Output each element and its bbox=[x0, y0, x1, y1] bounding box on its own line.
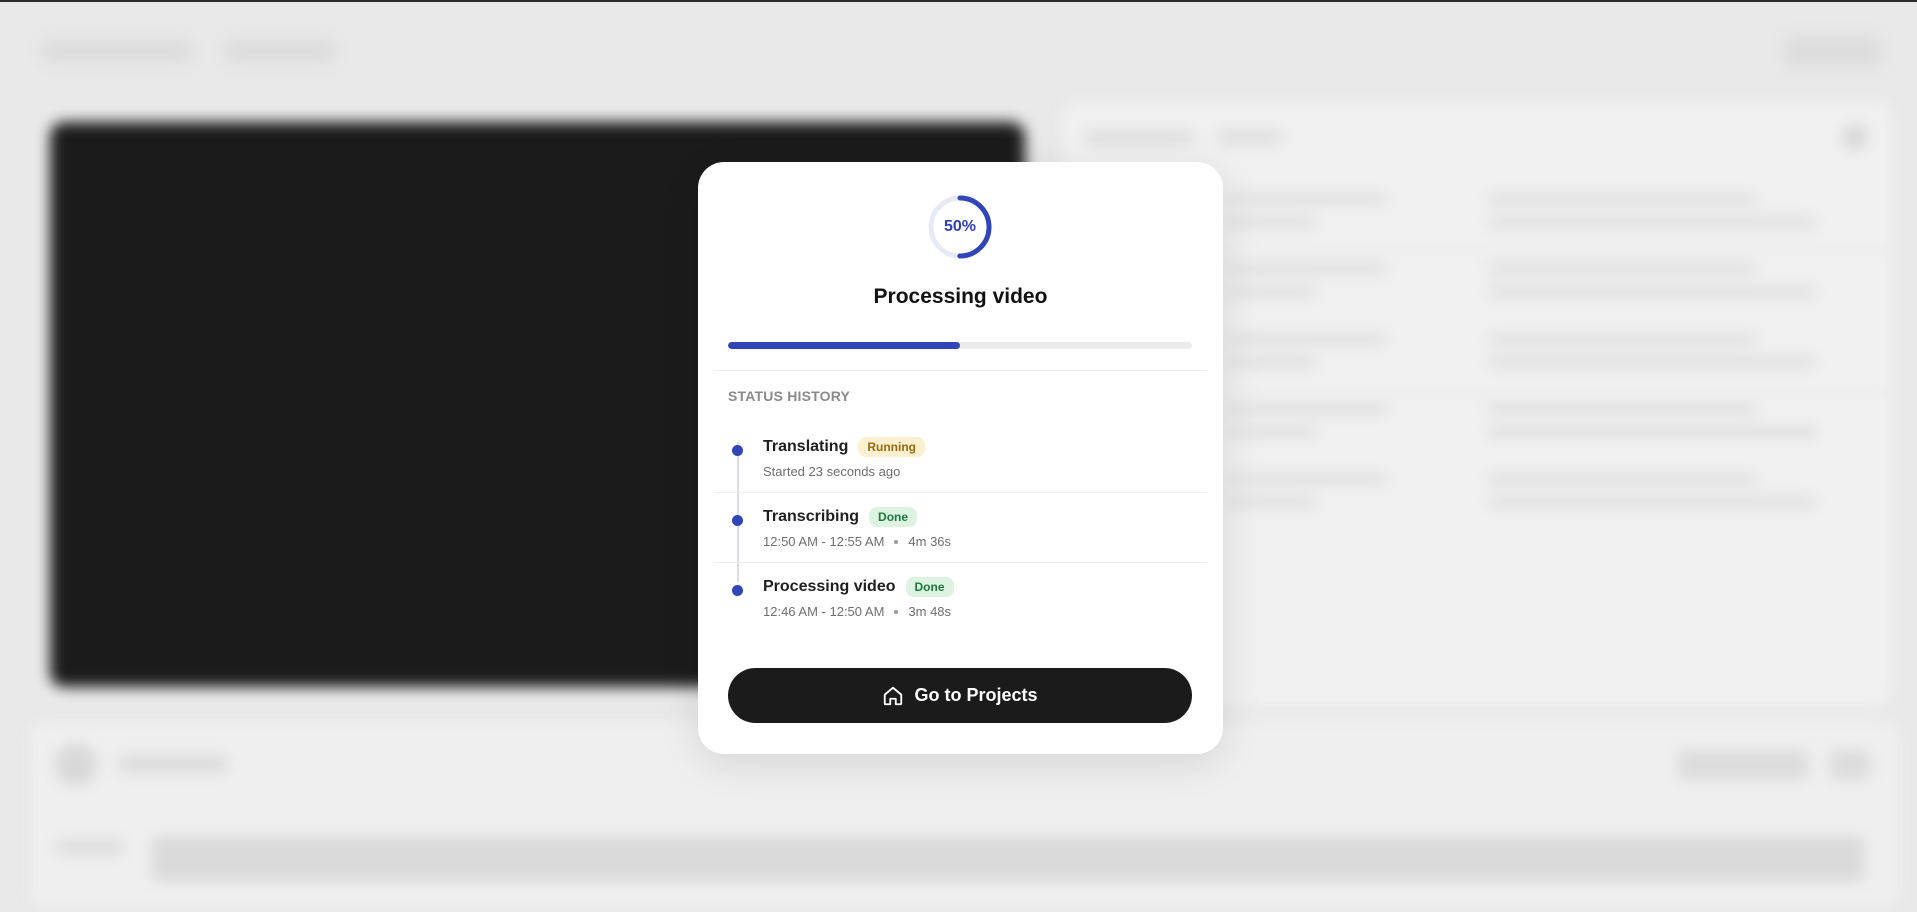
bg-timeline-action bbox=[1678, 750, 1808, 780]
bg-row-line bbox=[1227, 194, 1387, 204]
history-item-duration: 3m 48s bbox=[908, 604, 952, 619]
bg-track-label bbox=[55, 840, 125, 854]
bg-row-line bbox=[1487, 264, 1757, 274]
bg-row-line bbox=[1487, 497, 1817, 507]
bg-timeline-track bbox=[152, 836, 1864, 882]
history-item-duration: 4m 36s bbox=[908, 534, 952, 549]
bg-row-line bbox=[1487, 474, 1757, 484]
bg-row-line bbox=[1227, 334, 1387, 344]
bg-header-action bbox=[1785, 36, 1880, 66]
history-item-started: Started 23 seconds ago bbox=[763, 464, 901, 479]
timeline-dot bbox=[732, 515, 743, 526]
bg-row-line bbox=[1487, 194, 1757, 204]
timeline-dot bbox=[732, 445, 743, 456]
history-item-name: Translating bbox=[763, 438, 849, 455]
modal-title: Processing video bbox=[873, 285, 1048, 308]
bg-row-line bbox=[1227, 264, 1387, 274]
home-icon bbox=[882, 685, 904, 707]
progress-percent-label: 50% bbox=[943, 218, 977, 235]
bg-panel-icon bbox=[1842, 124, 1868, 150]
bg-row-line bbox=[1227, 497, 1317, 507]
go-to-projects-label: Go to Projects bbox=[914, 685, 1038, 705]
history-item-translating: Translating Running Started 23 seconds a… bbox=[728, 437, 1198, 497]
history-item-transcribing: Transcribing Done 12:50 AM - 12:55 AM 4m… bbox=[728, 507, 1198, 567]
processing-modal: 50% Processing video STATUS HISTORY Tran… bbox=[698, 162, 1223, 754]
progress-bar bbox=[728, 342, 1192, 349]
history-item-name: Transcribing bbox=[763, 508, 860, 525]
bg-row-line bbox=[1487, 334, 1757, 344]
bg-play-icon bbox=[55, 744, 97, 786]
bg-timeline-title bbox=[118, 755, 228, 773]
history-item-name: Processing video bbox=[763, 578, 896, 595]
progress-ring: 50% bbox=[927, 194, 993, 260]
section-divider bbox=[714, 370, 1207, 371]
timeline-dot bbox=[732, 585, 743, 596]
status-badge: Done bbox=[869, 507, 918, 527]
status-history-heading: STATUS HISTORY bbox=[728, 388, 851, 404]
bg-row-line bbox=[1487, 287, 1817, 297]
bg-panel-tab bbox=[1084, 130, 1194, 144]
bg-timeline-action bbox=[1830, 750, 1870, 780]
bg-row-line bbox=[1227, 427, 1317, 437]
bg-row-line bbox=[1227, 357, 1317, 367]
go-to-projects-button[interactable]: Go to Projects bbox=[728, 668, 1192, 723]
progress-bar-fill bbox=[728, 342, 960, 349]
bg-row-line bbox=[1487, 404, 1757, 414]
separator-dot bbox=[894, 539, 899, 544]
bg-row-line bbox=[1487, 357, 1817, 367]
bg-row-line bbox=[1487, 427, 1817, 437]
bg-row-line bbox=[1487, 217, 1817, 227]
bg-row-line bbox=[1227, 217, 1317, 227]
bg-panel-tab bbox=[1217, 130, 1282, 144]
status-badge: Done bbox=[905, 577, 954, 597]
history-item-time-range: 12:46 AM - 12:50 AM bbox=[763, 604, 885, 619]
history-divider bbox=[714, 562, 1207, 563]
history-item-processing-video: Processing video Done 12:46 AM - 12:50 A… bbox=[728, 577, 1198, 637]
bg-header-title bbox=[42, 40, 192, 62]
bg-row-line bbox=[1227, 474, 1387, 484]
status-badge: Running bbox=[858, 437, 926, 457]
bg-header-tab bbox=[225, 40, 335, 62]
history-item-time-range: 12:50 AM - 12:55 AM bbox=[763, 534, 885, 549]
bg-row-line bbox=[1227, 287, 1317, 297]
bg-row-line bbox=[1227, 404, 1387, 414]
history-divider bbox=[714, 492, 1207, 493]
separator-dot bbox=[894, 609, 899, 614]
